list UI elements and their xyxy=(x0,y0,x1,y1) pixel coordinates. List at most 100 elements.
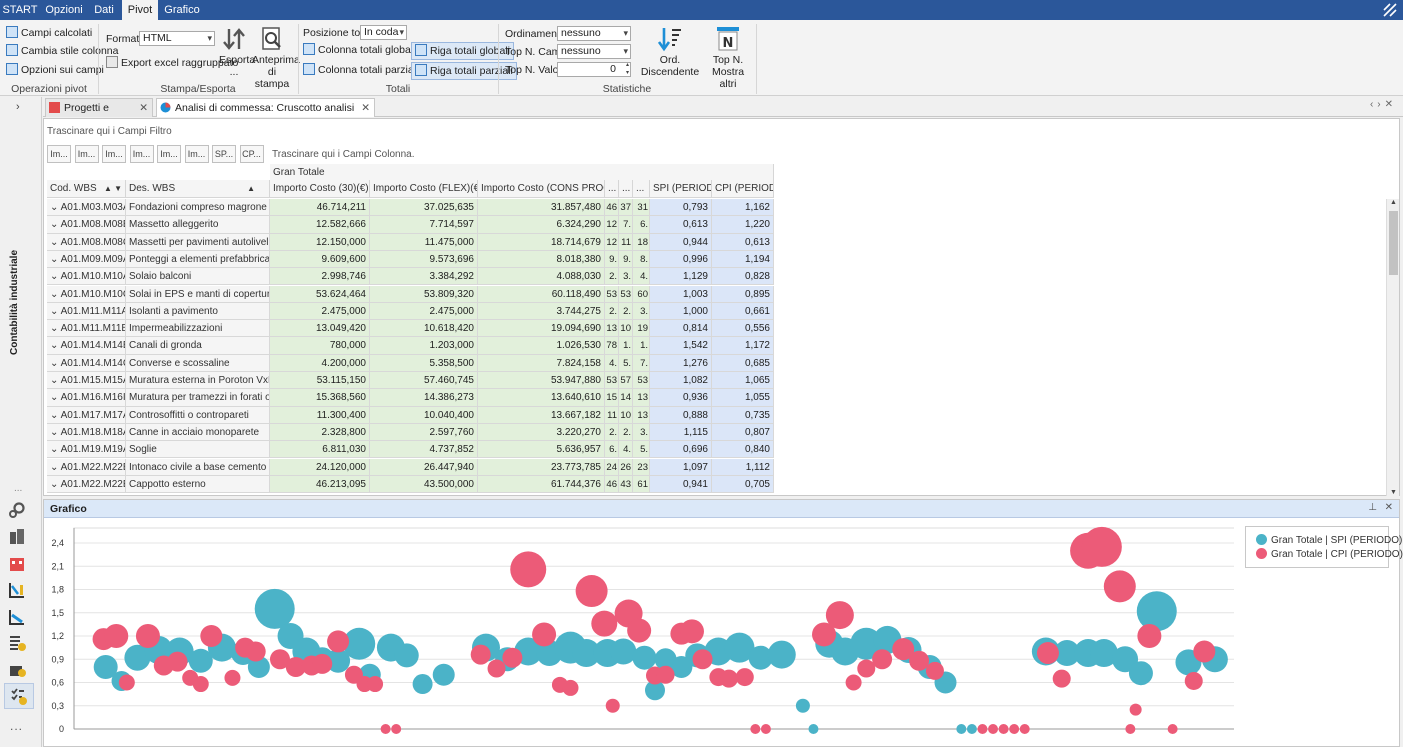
field-button[interactable]: Im... xyxy=(47,145,71,163)
field-button[interactable]: Im... xyxy=(184,145,209,163)
sidebar-more[interactable]: ... xyxy=(10,719,23,733)
table-row[interactable]: ⌄ A01.M10.M10C Solai in EPS e manti di co… xyxy=(44,285,776,303)
table-row[interactable]: ⌄ A01.M18.M18A Canne in acciaio monoparet… xyxy=(44,423,776,442)
ordinamento-select[interactable]: nessuno xyxy=(557,26,631,41)
sidebar-active-item[interactable] xyxy=(4,683,34,709)
ord-discendente-button[interactable]: Ord. Discendente xyxy=(636,26,704,78)
gears-icon[interactable] xyxy=(8,501,26,519)
scroll-up-icon[interactable]: ▲ xyxy=(1390,199,1397,206)
esporta-button[interactable]: Esporta... xyxy=(219,26,255,78)
close-icon[interactable]: ✕ xyxy=(139,99,148,117)
topn-mostra-altri-button[interactable]: N Top N. Mostra altri xyxy=(705,26,751,90)
expand-chevron-icon[interactable]: ⌄ xyxy=(50,219,61,230)
tab-dati[interactable]: Dati xyxy=(88,0,120,20)
colonna-totali-parziali-button[interactable]: Colonna totali parziali xyxy=(303,63,418,77)
table-row[interactable]: ⌄ A01.M22.M22E Cappotto esterno 46.213,095… xyxy=(44,475,776,494)
anteprima-button[interactable]: Anteprima di stampa xyxy=(252,26,300,90)
table-row[interactable]: ⌄ A01.M19.M19A Soglie 6.811,030 4.737,852 5.… xyxy=(44,441,776,459)
opzioni-campi-button[interactable]: Opzioni sui campi xyxy=(6,63,104,77)
column-header[interactable]: Importo Costo (FLEX)(€) xyxy=(370,180,478,198)
vertical-scrollbar[interactable]: ▲ ▼ xyxy=(1386,199,1399,496)
factory-euro-icon[interactable] xyxy=(8,660,26,678)
table-row[interactable]: ⌄ A01.M08.M08C Massetti per pavimenti aut… xyxy=(44,233,776,251)
topn-valori-spinner[interactable]: 0 xyxy=(557,61,631,77)
riga-totali-parziali-button[interactable]: Riga totali parziali xyxy=(411,62,517,80)
posizione-totali-select[interactable]: In coda xyxy=(360,25,407,40)
table-row[interactable]: ⌄ A01.M15.M15A Muratura esterna in Poroto… xyxy=(44,372,776,390)
table-row[interactable]: ⌄ A01.M09.M09A Ponteggi a elementi prefab… xyxy=(44,250,776,269)
field-button[interactable]: Im... xyxy=(74,145,99,163)
table-row[interactable]: ⌄ A01.M14.M14B Canali di gronda 780,000 1.2… xyxy=(44,337,776,355)
company-icon[interactable] xyxy=(8,554,26,572)
campi-calcolati-button[interactable]: Campi calcolati xyxy=(6,26,92,40)
expand-chevron-icon[interactable]: ⌄ xyxy=(50,462,61,473)
scrollbar-thumb[interactable] xyxy=(1389,211,1398,275)
expand-chevron-icon[interactable]: ⌄ xyxy=(50,237,61,248)
tab-grafico[interactable]: Grafico xyxy=(160,0,204,20)
expand-chevron-icon[interactable]: ⌄ xyxy=(50,289,61,300)
row-header-des-wbs[interactable]: Des. WBS ▲ xyxy=(126,180,270,198)
field-button[interactable]: CP... xyxy=(239,145,264,163)
tab-opzioni[interactable]: Opzioni xyxy=(42,0,86,20)
topn-campo-select[interactable]: nessuno xyxy=(557,44,631,59)
table-row[interactable]: ⌄ A01.M14.M14C Converse e scossaline 4.200… xyxy=(44,354,776,372)
list-euro-icon[interactable] xyxy=(8,634,26,652)
table-row[interactable]: ⌄ A01.M10.M10A Solaio balconi 2.998,746 3.3… xyxy=(44,268,776,286)
ribbon-options-icon[interactable] xyxy=(1383,3,1397,17)
doctab-analisi[interactable]: Analisi di commessa: Cruscotto analisi s… xyxy=(156,98,375,132)
expand-chevron-icon[interactable]: ⌄ xyxy=(50,410,61,421)
sort-filter-icon[interactable]: ▲ ▼ xyxy=(104,180,122,197)
column-header[interactable]: ... xyxy=(619,180,633,198)
field-button[interactable]: SP... xyxy=(212,145,236,163)
expand-chevron-icon[interactable]: ⌄ xyxy=(50,323,61,334)
tab-pivot[interactable]: Pivot xyxy=(122,0,158,20)
expand-chevron-icon[interactable]: ⌄ xyxy=(50,271,61,282)
expand-chevron-icon[interactable]: ⌄ xyxy=(50,392,61,403)
expand-chevron-icon[interactable]: ⌄ xyxy=(50,306,61,317)
pin-icon[interactable]: ⊥ xyxy=(1368,502,1377,513)
expand-chevron-icon[interactable]: ⌄ xyxy=(50,427,61,438)
table-row[interactable]: ⌄ A01.M03.M03A Fondazioni compreso magron… xyxy=(44,199,776,217)
field-button[interactable]: Im... xyxy=(102,145,126,163)
column-drop-area[interactable]: Trascinare qui i Campi Colonna. xyxy=(272,149,414,160)
table-row[interactable]: ⌄ A01.M08.M08B Massetto alleggerito 12.582… xyxy=(44,216,776,234)
expand-chevron-icon[interactable]: ⌄ xyxy=(50,340,61,351)
row-header-cod-wbs[interactable]: Cod. WBS ▲ ▼ xyxy=(47,180,126,198)
column-header[interactable]: ... xyxy=(605,180,619,198)
trend-icon[interactable] xyxy=(8,608,26,626)
tab-navigation-icons[interactable]: ‹›✕ xyxy=(1370,99,1397,110)
expand-chevron-icon[interactable]: ⌄ xyxy=(50,444,61,455)
table-row[interactable]: ⌄ A01.M16.M16I Muratura per tramezzi in f… xyxy=(44,389,776,407)
cpi-bubble xyxy=(591,610,618,637)
column-header[interactable]: CPI (PERIODO) xyxy=(712,180,774,198)
tab-start[interactable]: START xyxy=(0,0,40,20)
cod-wbs-text: A01.M11.M11A xyxy=(60,305,126,317)
doctab-progetti[interactable]: Progetti e commesse ✕ xyxy=(45,98,153,132)
table-row[interactable]: ⌄ A01.M11.M11B Impermeabilizzazioni 13.049… xyxy=(44,320,776,338)
table-row[interactable]: ⌄ A01.M22.M22B Intonaco civile a base cem… xyxy=(44,458,776,476)
column-header[interactable]: Importo Costo (CONS PROG)(€) xyxy=(478,180,605,198)
column-header[interactable]: SPI (PERIODO) xyxy=(650,180,712,198)
expand-chevron-icon[interactable]: ⌄ xyxy=(50,479,61,490)
colonna-totali-globali-button[interactable]: Colonna totali globali xyxy=(303,43,415,57)
table-row[interactable]: ⌄ A01.M17.M17A Controsoffitti o contropar… xyxy=(44,406,776,424)
chart-analysis-icon[interactable] xyxy=(8,581,26,599)
expand-chevron-icon[interactable]: ⌄ xyxy=(50,358,61,369)
buildings-icon[interactable] xyxy=(8,527,26,545)
expand-chevron-icon[interactable]: ⌄ xyxy=(50,375,61,386)
table-row[interactable]: ⌄ A01.M11.M11A Isolanti a pavimento 2.475,… xyxy=(44,302,776,321)
filter-drop-area[interactable]: Trascinare qui i Campi Filtro xyxy=(47,126,172,137)
scroll-down-icon[interactable]: ▼ xyxy=(1390,489,1397,496)
cambia-stile-button[interactable]: Cambia stile colonna xyxy=(6,44,118,58)
expand-chevron-icon[interactable]: ⌄ xyxy=(50,202,61,213)
expand-chevron-icon[interactable]: › xyxy=(16,101,20,113)
column-header[interactable]: ... xyxy=(633,180,650,198)
formato-select[interactable]: HTML xyxy=(139,31,215,46)
field-button[interactable]: Im... xyxy=(157,145,181,163)
expand-chevron-icon[interactable]: ⌄ xyxy=(50,254,61,265)
y-tick-label: 2,1 xyxy=(51,561,64,571)
field-button[interactable]: Im... xyxy=(129,145,154,163)
column-header[interactable]: Importo Costo (30)(€) xyxy=(270,180,370,198)
close-icon[interactable]: ✕ xyxy=(361,99,370,117)
close-icon[interactable]: ✕ xyxy=(1385,502,1393,513)
